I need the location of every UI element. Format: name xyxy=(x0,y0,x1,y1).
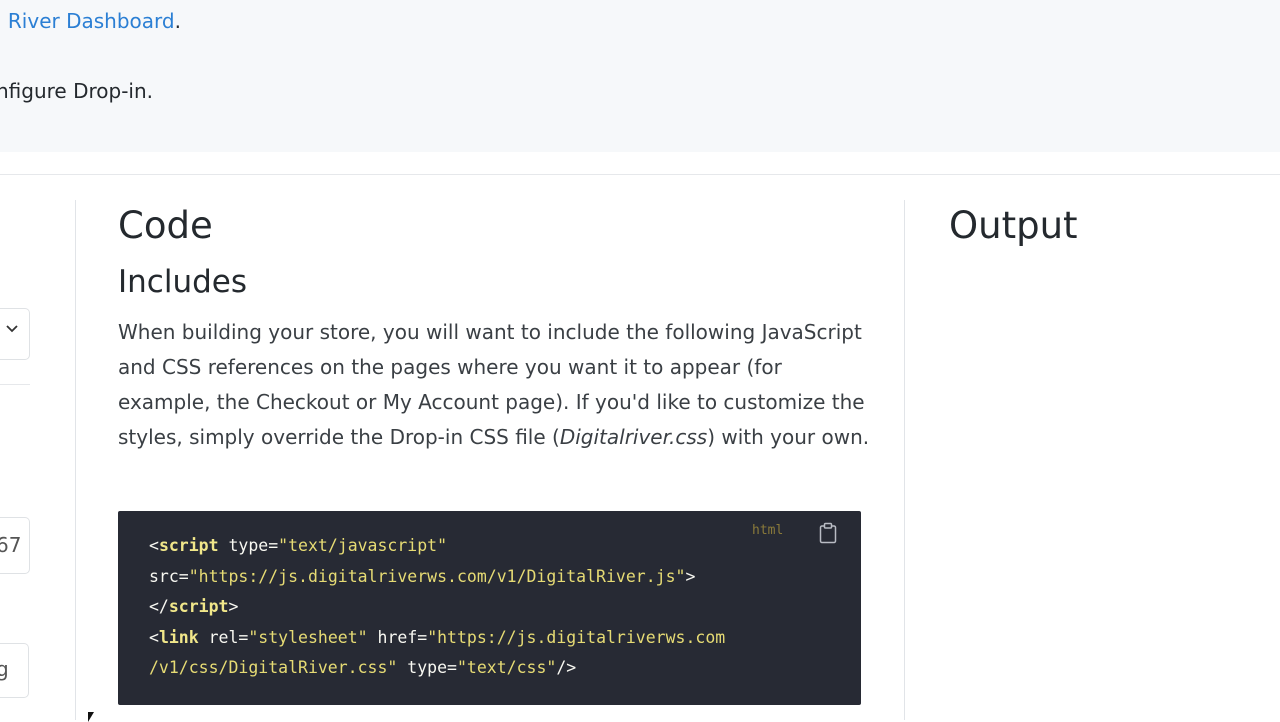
left-input-a-value: 67 xyxy=(0,533,22,557)
output-heading: Output xyxy=(949,204,1078,247)
dashboard-line: l River Dashboard. xyxy=(0,8,181,34)
desc-filename: Digitalriver.css xyxy=(559,425,708,449)
right-column-divider xyxy=(904,200,905,720)
code-block: html <script type="text/javascript" src=… xyxy=(118,511,861,705)
left-select-dropdown[interactable] xyxy=(0,308,30,360)
left-input-b[interactable]: g xyxy=(0,643,29,698)
desc-text-2: ) with your own. xyxy=(707,425,870,449)
link-suffix: . xyxy=(174,9,181,33)
configure-line: nfigure Drop-in. xyxy=(0,79,154,103)
left-column-divider xyxy=(75,200,76,720)
dashboard-link[interactable]: l River Dashboard xyxy=(0,9,175,33)
code-heading: Code xyxy=(118,204,213,247)
chevron-down-icon xyxy=(5,321,19,339)
includes-description: When building your store, you will want … xyxy=(118,315,878,455)
clipboard-icon[interactable] xyxy=(818,522,838,544)
section-divider xyxy=(0,174,1280,175)
left-input-b-value: g xyxy=(0,657,9,681)
top-info-section: l River Dashboard. nfigure Drop-in. xyxy=(0,0,1280,152)
code-content: <script type="text/javascript" src="http… xyxy=(149,536,726,677)
includes-heading: Includes xyxy=(118,264,247,300)
code-language-label: html xyxy=(752,523,784,538)
left-input-a[interactable]: 67 xyxy=(0,517,30,574)
mouse-cursor xyxy=(88,712,94,722)
left-separator xyxy=(0,384,30,385)
